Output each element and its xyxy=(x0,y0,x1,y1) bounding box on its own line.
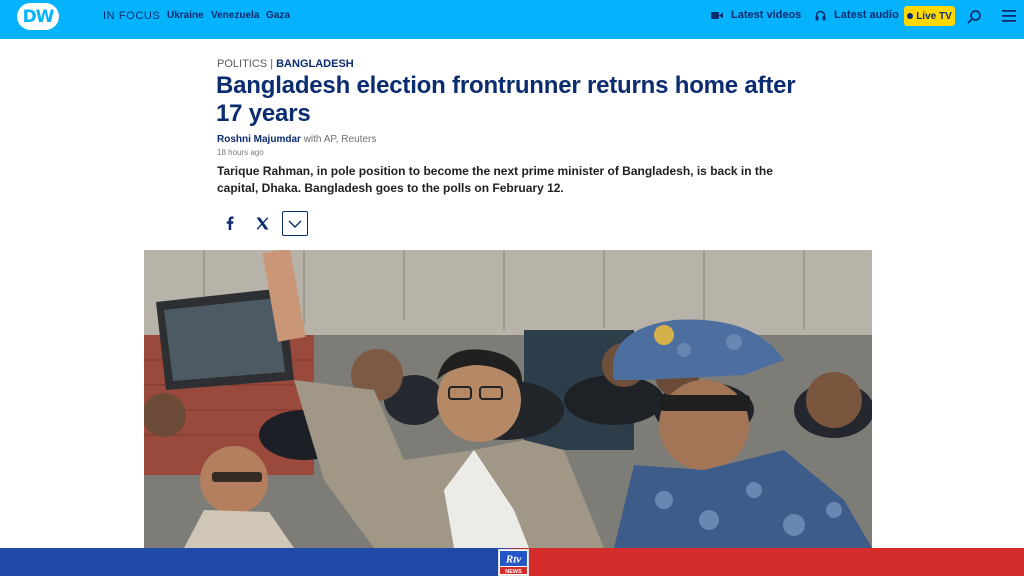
share-x-button[interactable] xyxy=(252,213,272,233)
latest-videos-link[interactable]: Latest videos xyxy=(711,9,801,21)
author-link[interactable]: Roshni Majumdar xyxy=(217,134,301,145)
rtv-logo-top: Rtv xyxy=(505,554,521,566)
latest-audio-link[interactable]: Latest audio xyxy=(815,9,899,21)
latest-audio-label: Latest audio xyxy=(834,9,899,21)
article-photo xyxy=(144,250,872,548)
dw-logo-text: DW xyxy=(22,6,55,27)
live-dot-icon xyxy=(907,13,914,19)
share-more-button[interactable] xyxy=(282,211,308,236)
rtv-logo-graphic: Rtv NEWS xyxy=(500,551,527,575)
rtv-news-logo[interactable]: Rtv NEWS xyxy=(498,549,529,576)
live-tv-button[interactable]: Live TV xyxy=(904,6,955,26)
byline: Roshni Majumdar with AP, Reuters xyxy=(217,134,376,145)
facebook-icon xyxy=(226,216,234,230)
category-prefix: POLITICS xyxy=(217,58,268,70)
latest-videos-label: Latest videos xyxy=(731,9,802,21)
category-link[interactable]: BANGLADESH xyxy=(276,58,354,70)
in-focus-label: IN FOCUS xyxy=(103,10,161,22)
topic-link-venezuela[interactable]: Venezuela xyxy=(211,10,259,21)
photo-illustration xyxy=(144,250,872,548)
x-icon xyxy=(256,216,268,230)
topic-link-gaza[interactable]: Gaza xyxy=(266,10,290,21)
search-icon[interactable] xyxy=(966,9,982,25)
topic-link-ukraine[interactable]: Ukraine xyxy=(167,10,204,21)
publish-time: 18 hours ago xyxy=(217,148,264,157)
article-kicker: POLITICS | BANGLADESH xyxy=(217,58,354,70)
headphones-icon xyxy=(815,10,826,20)
article-title: Bangladesh election frontrunner returns … xyxy=(216,72,796,127)
live-tv-label: Live TV xyxy=(916,10,952,22)
chevron-down-icon xyxy=(288,220,302,228)
category-separator: | xyxy=(270,58,274,70)
dw-logo[interactable]: DW xyxy=(17,3,59,30)
rtv-logo-bottom: NEWS xyxy=(505,569,522,575)
share-facebook-button[interactable] xyxy=(220,213,240,233)
top-navigation-bar: DW IN FOCUS Ukraine Venezuela Gaza Lates… xyxy=(0,0,1024,39)
video-camera-icon xyxy=(711,11,723,19)
contributors: with AP, Reuters xyxy=(303,134,377,145)
hamburger-menu-icon[interactable] xyxy=(1002,10,1016,22)
article-teaser: Tarique Rahman, in pole position to beco… xyxy=(217,164,773,195)
